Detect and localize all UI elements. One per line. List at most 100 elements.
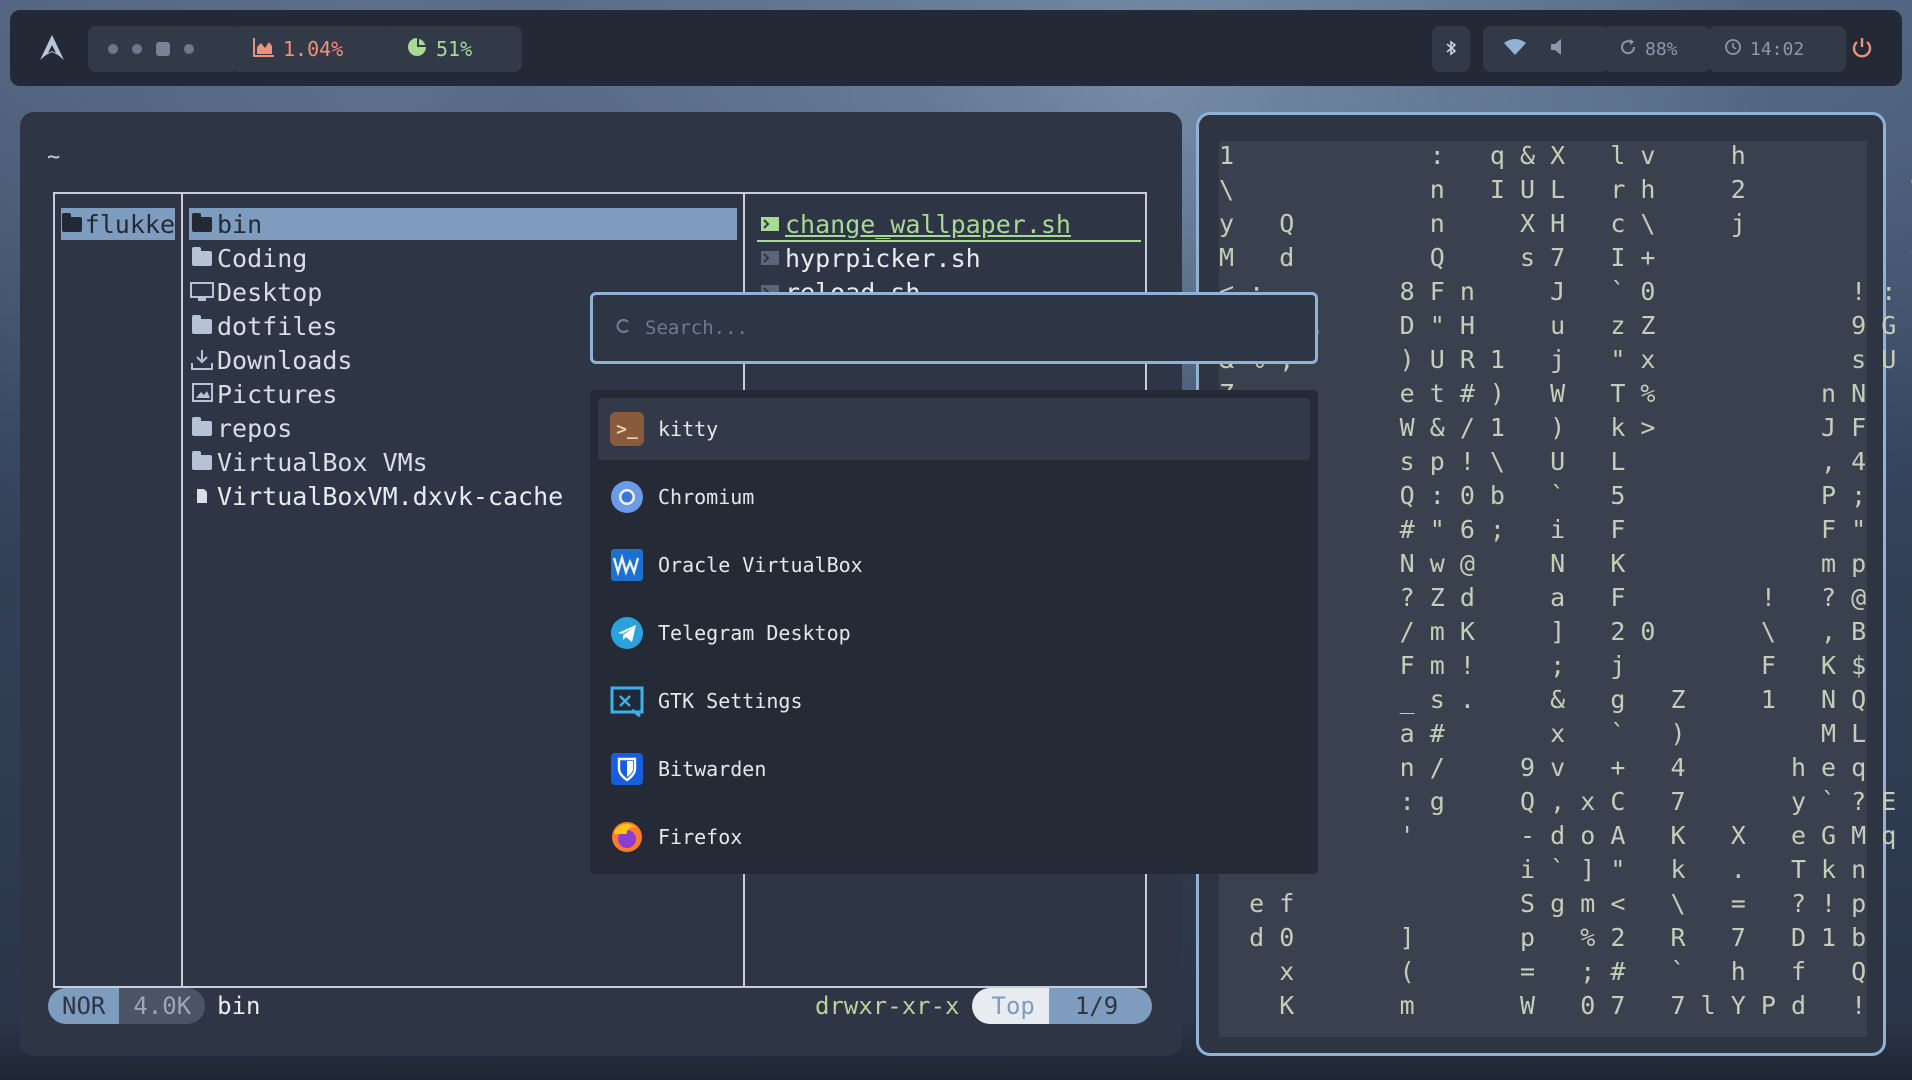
file-icon — [189, 484, 215, 508]
entry-label: change_wallpaper.sh — [785, 209, 1071, 239]
bluetooth-button[interactable] — [1432, 26, 1470, 72]
app-label: kitty — [658, 417, 719, 441]
app-item-gtk-settings[interactable]: GTK Settings — [598, 670, 1310, 732]
picture-icon — [189, 382, 215, 406]
matrix-row: x ( = ; # ` h f Q — [1219, 957, 1867, 986]
bitwarden-icon — [610, 752, 644, 786]
clock-widget[interactable]: 14:02 — [1708, 26, 1846, 72]
entry-label: bin — [217, 209, 263, 239]
matrix-row: K m W 0 7 7 l Y P d ! — [1219, 991, 1867, 1020]
app-item-chromium[interactable]: Chromium — [598, 466, 1310, 528]
folder-icon — [61, 212, 83, 236]
refresh-icon — [1619, 38, 1637, 61]
chart-area-icon — [253, 37, 275, 62]
status-filename: bin — [217, 992, 261, 1020]
matrix-row: < ; , 8 F n J ` 0 ! : — [1219, 277, 1897, 306]
entry-label: VirtualBox VMs — [217, 447, 428, 477]
matrix-row: + , D " H u z Z 9 G — [1219, 311, 1897, 340]
top-bar: 1.04% 51% 88% 14:02 — [10, 10, 1902, 86]
position-badge: Top — [971, 988, 1049, 1024]
workspaces[interactable] — [88, 26, 238, 72]
workspace-active[interactable] — [156, 42, 170, 56]
matrix-row: e f S g m < \ = ? ! p — [1219, 889, 1867, 918]
wifi-icon[interactable] — [1503, 37, 1527, 61]
current-path: ~ — [47, 145, 61, 170]
parent-entry-label: flukke — [84, 209, 175, 239]
matrix-row: ' - d o A K X e G M q — [1219, 821, 1897, 850]
matrix-row: & % ; ) U R 1 j " x s U — [1219, 345, 1897, 374]
clock-icon — [1724, 38, 1742, 61]
app-launcher[interactable]: Search... >_ kitty Chromium Oracle Virtu… — [590, 292, 1318, 874]
app-item-virtualbox[interactable]: Oracle VirtualBox — [598, 534, 1310, 596]
virtualbox-icon — [610, 548, 644, 582]
app-label: Bitwarden — [658, 757, 767, 781]
memory-widget[interactable]: 51% — [386, 26, 522, 72]
entry-label: Coding — [217, 243, 308, 273]
workspace-2[interactable] — [132, 44, 142, 54]
permissions: drwxr-xr-x — [815, 992, 960, 1020]
gtk-settings-icon — [610, 684, 644, 718]
app-label: Telegram Desktop — [658, 621, 851, 645]
memory-value: 51% — [436, 37, 473, 61]
entry-label: Downloads — [217, 345, 353, 375]
app-item-firefox[interactable]: Firefox — [598, 806, 1310, 868]
entry-label: repos — [217, 413, 293, 443]
matrix-row: 1 : q & X l v h S — [1219, 141, 1912, 170]
battery-value: 88% — [1645, 38, 1678, 60]
desktop-icon — [189, 280, 215, 304]
pie-chart-icon — [406, 36, 428, 63]
entry-label: dotfiles — [217, 311, 338, 341]
matrix-row: d 0 ] p % 2 R 7 D 1 b — [1219, 923, 1867, 952]
entry-label: VirtualBoxVM.dxvk-cache — [217, 481, 564, 511]
preview-entry-hyprpicker[interactable]: hyprpicker.sh — [757, 242, 1139, 274]
app-label: Firefox — [658, 825, 743, 849]
workspace-4[interactable] — [184, 44, 194, 54]
volume-icon[interactable] — [1549, 37, 1567, 61]
folder-icon — [189, 416, 215, 440]
folder-icon — [189, 450, 215, 474]
battery-widget[interactable]: 88% — [1603, 26, 1711, 72]
app-label: Oracle VirtualBox — [658, 553, 863, 577]
terminal-icon — [757, 212, 783, 236]
parent-pane[interactable]: flukke — [53, 192, 183, 988]
app-list: >_ kitty Chromium Oracle VirtualBox Tele… — [590, 390, 1318, 874]
app-item-bitwarden[interactable]: Bitwarden — [598, 738, 1310, 800]
status-left: NOR 4.0K bin — [48, 988, 261, 1024]
size-badge: 4.0K — [119, 988, 206, 1024]
matrix-row: : g Q , x C 7 y ` ? E — [1219, 787, 1897, 816]
clock-value: 14:02 — [1750, 38, 1805, 60]
folder-icon — [189, 314, 215, 338]
entry-label: Pictures — [217, 379, 338, 409]
app-item-telegram[interactable]: Telegram Desktop — [598, 602, 1310, 664]
entry-label: hyprpicker.sh — [785, 243, 981, 273]
download-icon — [189, 348, 215, 372]
arch-icon[interactable] — [32, 28, 72, 68]
search-input[interactable]: Search... — [645, 317, 748, 339]
folder-icon — [189, 212, 215, 236]
search-box[interactable]: Search... — [590, 292, 1318, 364]
network-audio-widget[interactable] — [1483, 26, 1609, 72]
firefox-icon — [610, 820, 644, 854]
spinner-icon — [615, 317, 631, 339]
kitty-icon: >_ — [610, 412, 644, 446]
file-entry-bin[interactable]: bin — [189, 208, 737, 240]
app-label: Chromium — [658, 485, 755, 509]
entry-label: Desktop — [217, 277, 323, 307]
workspace-1[interactable] — [108, 44, 118, 54]
preview-entry-change-wallpaper[interactable]: change_wallpaper.sh — [757, 208, 1141, 242]
chromium-icon — [610, 480, 644, 514]
cpu-widget[interactable]: 1.04% — [231, 26, 395, 72]
matrix-row: M d Q s 7 I + % — [1219, 243, 1912, 272]
parent-entry[interactable]: flukke — [61, 208, 175, 240]
status-right: drwxr-xr-x Top 1/9 — [815, 988, 1153, 1024]
app-label: GTK Settings — [658, 689, 803, 713]
file-entry-coding[interactable]: Coding — [189, 242, 737, 274]
matrix-row: y Q n X H c \ j b — [1219, 209, 1912, 238]
terminal-icon — [757, 246, 783, 270]
telegram-icon — [610, 616, 644, 650]
folder-icon — [189, 246, 215, 270]
mode-badge: NOR — [48, 988, 120, 1024]
app-item-kitty[interactable]: >_ kitty — [598, 398, 1310, 460]
cpu-value: 1.04% — [283, 37, 344, 61]
power-icon[interactable] — [1850, 36, 1874, 64]
